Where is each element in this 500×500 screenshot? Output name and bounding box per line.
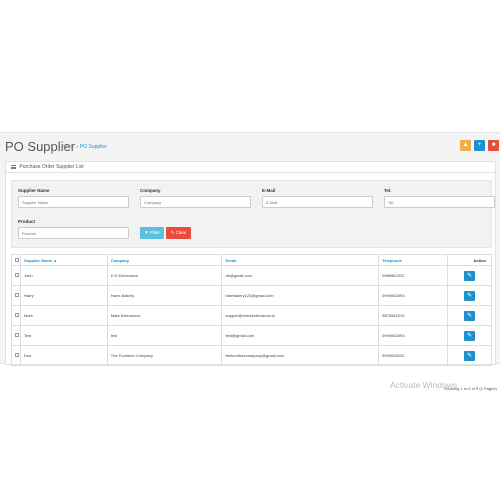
pencil-icon: ✎ <box>467 272 473 279</box>
supplier-name-label: Supplier Name <box>18 188 50 193</box>
row-select-cell <box>11 285 21 306</box>
select-all-cell <box>11 254 21 266</box>
pencil-icon: ✎ <box>467 312 473 319</box>
table-header-row: Supplier Name ▲ Company Email Telephone … <box>11 254 492 266</box>
action-cell: ✎ <box>447 285 492 306</box>
tel-label: Tel. <box>384 188 392 193</box>
table-row: Test test test@gmail.com 0999652593 ✎ <box>11 325 492 346</box>
email-label: E-Mail <box>262 188 276 193</box>
supplier-name-cell: Test <box>19 325 108 346</box>
pencil-icon: ✎ <box>467 332 473 339</box>
list-icon <box>11 164 16 169</box>
action-cell: ✎ <box>447 265 492 286</box>
telephone-cell: 0999652593 <box>378 325 449 346</box>
telephone-header[interactable]: Telephone <box>378 254 449 266</box>
row-select-cell <box>11 305 21 326</box>
supplier-name-cell: Mark <box>19 305 108 326</box>
edit-button[interactable]: ✎ <box>464 310 476 321</box>
pencil-icon: ✎ <box>467 352 473 359</box>
email-cell: harrbakery123@gmail.com <box>221 285 380 306</box>
company-cell: Mark Extensions <box>106 305 223 326</box>
product-label: Product <box>18 219 36 224</box>
breadcrumb-current[interactable]: PO Supplier <box>80 144 107 150</box>
edit-button[interactable]: ✎ <box>464 350 476 361</box>
supplier-name-cell: Doe <box>19 345 108 366</box>
company-input[interactable] <box>140 196 251 208</box>
panel-heading: Purchase Order Supplier List <box>6 162 495 173</box>
filter-button-label: Filter <box>149 230 160 235</box>
breadcrumb-separator: » <box>75 144 79 150</box>
warning-icon: ▲ <box>462 142 469 148</box>
supplier-list-panel: Purchase Order Supplier List Supplier Na… <box>5 161 497 391</box>
edit-button[interactable]: ✎ <box>464 330 476 341</box>
company-label: Company <box>140 188 161 193</box>
supplier-name-header[interactable]: Supplier Name ▲ <box>19 254 108 266</box>
product-input[interactable] <box>18 227 129 239</box>
row-select-cell <box>11 265 21 286</box>
row-checkbox[interactable] <box>15 333 19 337</box>
table-row: John D.K Electronics dk@gmail.com 098986… <box>11 265 492 286</box>
company-header[interactable]: Company <box>106 254 223 266</box>
company-cell: Harrs Bakery <box>106 285 223 306</box>
email-cell: thefurniturecompany@gmail.com <box>221 345 380 366</box>
telephone-cell: 0989862322 <box>378 265 449 286</box>
clear-button[interactable]: ✎ Clear <box>166 227 191 239</box>
delete-button[interactable]: ■ <box>488 140 499 151</box>
breadcrumb: Home » PO Supplier <box>61 144 107 150</box>
edit-button[interactable]: ✎ <box>464 290 476 301</box>
table-row: Mark Mark Extensions support@markextensi… <box>11 305 492 326</box>
filter-button[interactable]: ▼ Filter <box>140 227 164 239</box>
clear-button-label: Clear <box>175 230 187 235</box>
company-cell: test <box>106 325 223 346</box>
warning-button[interactable]: ▲ <box>460 140 471 151</box>
supplier-name-header-label: Supplier Name <box>23 257 52 263</box>
telephone-cell: 9876543210 <box>378 305 449 326</box>
panel-title: Purchase Order Supplier List <box>19 164 84 170</box>
email-header[interactable]: Email <box>221 254 380 266</box>
breadcrumb-home[interactable]: Home <box>61 144 74 150</box>
sort-asc-icon: ▲ <box>53 257 58 263</box>
supplier-name-cell: John <box>19 265 108 286</box>
supplier-name-cell: Harry <box>19 285 108 306</box>
supplier-table: Supplier Name ▲ Company Email Telephone … <box>11 254 492 366</box>
tel-input[interactable] <box>384 196 495 208</box>
row-select-cell <box>11 345 21 366</box>
table-row: Harry Harrs Bakery harrbakery123@gmail.c… <box>11 285 492 306</box>
row-checkbox[interactable] <box>15 293 19 297</box>
filter-icon: ▼ <box>144 230 149 235</box>
table-row: Doe The Furniture Company thefurnitureco… <box>11 345 492 366</box>
trash-icon: ■ <box>491 142 496 148</box>
page-content: PO Supplier Home » PO Supplier ▲ + ■ Pur… <box>0 132 500 391</box>
action-cell: ✎ <box>447 325 492 346</box>
action-cell: ✎ <box>447 345 492 366</box>
row-checkbox[interactable] <box>15 273 19 277</box>
email-cell: dk@gmail.com <box>221 265 380 286</box>
company-cell: The Furniture Company <box>106 345 223 366</box>
row-select-cell <box>11 325 21 346</box>
email-cell: test@gmail.com <box>221 325 380 346</box>
add-button[interactable]: + <box>474 140 485 151</box>
action-header: Action <box>447 254 492 266</box>
page-header: PO Supplier Home » PO Supplier ▲ + ■ <box>0 133 500 161</box>
plus-icon: + <box>477 142 482 148</box>
email-input[interactable] <box>262 196 373 208</box>
company-cell: D.K Electronics <box>106 265 223 286</box>
edit-button[interactable]: ✎ <box>464 270 476 281</box>
supplier-name-input[interactable] <box>18 196 129 208</box>
action-cell: ✎ <box>447 305 492 326</box>
row-checkbox[interactable] <box>15 313 19 317</box>
filter-box: Supplier Name Company E-Mail Tel. Produc… <box>11 180 495 248</box>
telephone-cell: 9999626232 <box>378 345 449 366</box>
pagination-text: Showing 1 to 5 of 5 (1 Pages) <box>444 386 497 391</box>
select-all-checkbox[interactable] <box>15 257 19 262</box>
telephone-cell: 0999652593 <box>378 285 449 306</box>
row-checkbox[interactable] <box>15 353 19 357</box>
email-cell: support@markextensions.in <box>221 305 380 326</box>
eraser-icon: ✎ <box>170 230 175 235</box>
pencil-icon: ✎ <box>467 292 473 299</box>
